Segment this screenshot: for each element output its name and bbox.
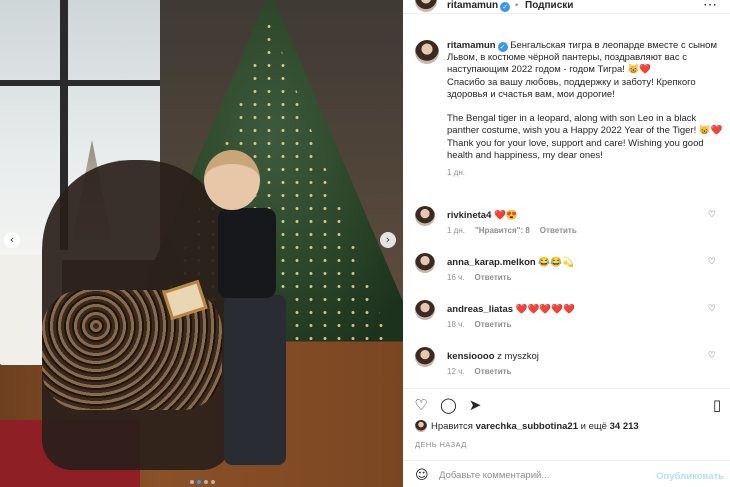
like-comment-heart-icon[interactable]: ♡ [708,210,716,220]
post-caption: ritamamun ✓ Бенгальская тигра в леопарде … [415,40,723,177]
comment-meta: 1 дн. "Нравится": 8 Ответить [447,226,587,235]
comment-text: 😂😂💫 [538,257,574,268]
comment-time: 18 ч. [447,320,465,329]
liker-username[interactable]: varechka_subbotina21 [476,421,578,432]
post-panel: ritamamun ✓ • Подписки ⋯ ritamamun ✓ Бенга… [403,0,730,487]
post-comment-button[interactable]: Опубликовать [656,471,724,482]
like-comment-heart-icon[interactable]: ♡ [708,304,716,314]
comment-avatar[interactable] [415,206,435,226]
comment-text: ❤️😍 [494,210,518,221]
emoji-picker-icon[interactable]: ☺ [415,468,429,483]
comment-username[interactable]: rivkineta4 [447,210,491,221]
comment-meta: 18 ч. Ответить [447,320,521,329]
verified-badge-icon: ✓ [500,2,511,12]
caption-username[interactable]: ritamamun [447,40,496,51]
posted-ago: ДЕНЬ НАЗАД [415,440,467,449]
boy-head [204,150,260,210]
comment-avatar[interactable] [415,347,435,367]
author-username[interactable]: ritamamun ✓ [447,0,511,12]
post-photo[interactable]: ‹ › [0,0,403,487]
post-actions: ♡ ◯ ➤ ▯ [403,388,730,416]
more-dots-icon[interactable]: ⋯ [703,0,718,13]
next-photo-arrow-icon[interactable]: › [380,232,396,248]
comment-composer: ☺ Опубликовать [403,460,730,487]
comment-line: rivkineta4 ❤️😍 [447,210,518,221]
header-separator: • [515,0,519,11]
boy-legs [224,295,286,465]
reply-button[interactable]: Ответить [475,273,512,282]
comment-time: 16 ч. [447,273,465,282]
likes-prefix: Нравится [431,421,473,432]
carousel-dots [190,480,215,484]
comment-bubble-icon[interactable]: ◯ [440,397,457,413]
author-avatar[interactable] [415,0,437,12]
carousel-dot-active [197,480,201,484]
comment-username[interactable]: kensioooo [447,351,495,362]
reply-button[interactable]: Ответить [475,320,512,329]
following-button[interactable]: Подписки [525,0,573,11]
caption-text: ritamamun ✓ Бенгальская тигра в леопарде … [447,40,723,162]
comment-meta: 12 ч. Ответить [447,367,521,376]
boy-body [218,208,276,298]
reply-button[interactable]: Ответить [475,367,512,376]
reply-button[interactable]: Ответить [540,226,577,235]
comment-username[interactable]: anna_karap.melkon [447,257,536,268]
verified-badge-icon: ✓ [497,42,508,52]
caption-body: Бенгальская тигра в леопарде вместе с сы… [447,40,723,161]
like-comment-heart-icon[interactable]: ♡ [708,351,716,361]
comment-likes[interactable]: "Нравится": 8 [475,226,530,235]
carousel-dot [204,480,208,484]
comment-line: andreas_liatas ❤️❤️❤️❤️❤️ [447,304,575,315]
comment-input[interactable] [439,467,639,483]
comment-avatar[interactable] [415,253,435,273]
share-send-icon[interactable]: ➤ [467,397,483,413]
liker-avatar [415,420,427,432]
likes-middle: и ещё [580,421,607,432]
carousel-dot [211,480,215,484]
post-header: ritamamun ✓ • Подписки ⋯ [403,0,730,14]
likes-summary[interactable]: Нравится varechka_subbotina21 и ещё 34 2… [415,420,639,432]
comment-avatar[interactable] [415,300,435,320]
boy-figure [200,150,292,470]
comment-meta: 16 ч. Ответить [447,273,521,282]
previous-photo-arrow-icon[interactable]: ‹ [4,232,20,248]
like-heart-icon[interactable]: ♡ [413,397,429,413]
window-frame [0,80,160,86]
like-comment-heart-icon[interactable]: ♡ [708,257,716,267]
comment-text: z myszkoj [497,351,539,362]
caption-time: 1 дн. [447,168,465,178]
comment-line: anna_karap.melkon 😂😂💫 [447,257,574,268]
comment-time: 1 дн. [447,226,465,235]
comment-text: ❤️❤️❤️❤️❤️ [515,304,575,315]
comment-time: 12 ч. [447,367,465,376]
comment-username[interactable]: andreas_liatas [447,304,513,315]
save-bookmark-icon[interactable]: ▯ [709,397,725,413]
likes-count[interactable]: 34 213 [610,421,639,432]
carousel-dot [190,480,194,484]
caption-avatar[interactable] [415,40,439,64]
comment-line: kensioooo z myszkoj [447,351,539,362]
